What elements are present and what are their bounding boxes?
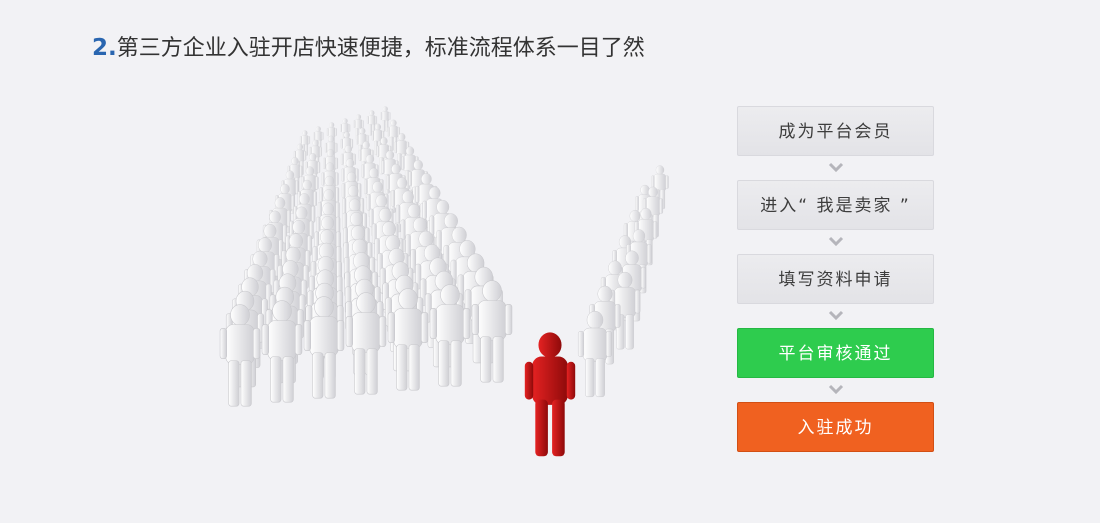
chevron-down-icon [737,230,934,254]
leader-figure [524,332,576,457]
headline-number: 2. [92,35,117,61]
crowd-figures [219,106,669,407]
chevron-down-icon [737,304,934,328]
step-fill-application: 填写资料申请 [737,254,934,304]
step-platform-review: 平台审核通过 [737,328,934,378]
step-enter-seller: 进入“ 我是卖家 ” [737,180,934,230]
process-steps: 成为平台会员 进入“ 我是卖家 ” 填写资料申请 平台审核通过 入驻成功 [737,106,934,452]
page-headline: 2.第三方企业入驻开店快速便捷，标准流程体系一目了然 [92,30,645,62]
step-become-member: 成为平台会员 [737,106,934,156]
crowd-illustration [219,106,669,457]
chevron-down-icon [737,156,934,180]
headline-text: 第三方企业入驻开店快速便捷，标准流程体系一目了然 [116,36,645,61]
chevron-down-icon [737,378,934,402]
step-onboarding-success: 入驻成功 [737,402,934,452]
